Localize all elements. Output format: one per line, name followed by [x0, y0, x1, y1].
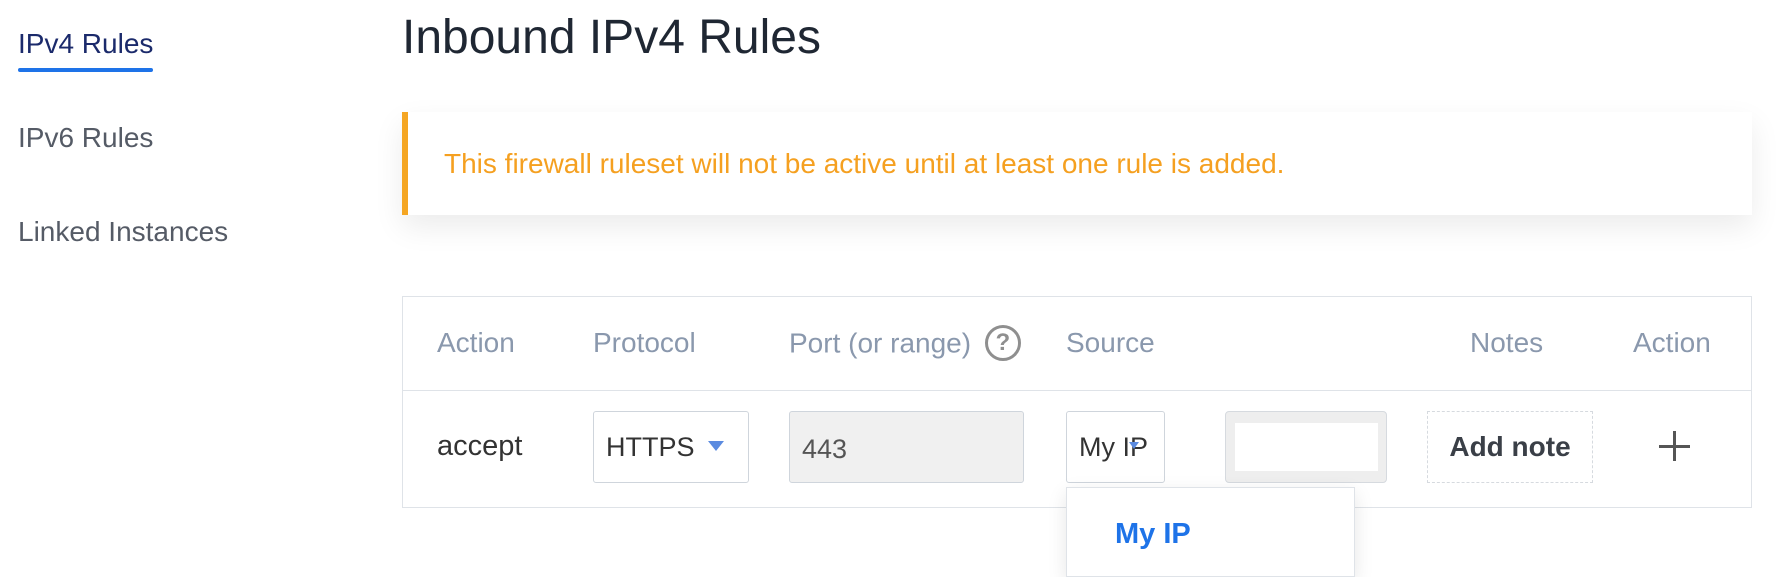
chevron-down-icon	[1129, 442, 1139, 449]
sidebar-item-linked-instances[interactable]: Linked Instances	[18, 216, 228, 248]
port-input[interactable]: 443	[789, 411, 1024, 483]
protocol-select-value: HTTPS	[606, 432, 695, 462]
warning-notice: This firewall ruleset will not be active…	[402, 112, 1752, 215]
header-port: Port (or range) ?	[789, 325, 1021, 363]
notice-text: This firewall ruleset will not be active…	[444, 148, 1285, 179]
plus-icon[interactable]	[1649, 421, 1699, 471]
chevron-down-icon	[708, 441, 724, 451]
sidebar-item-ipv6-rules[interactable]: IPv6 Rules	[18, 122, 153, 154]
header-action: Action	[437, 327, 515, 358]
add-note-button[interactable]: Add note	[1427, 411, 1593, 483]
source-ip-input[interactable]	[1225, 411, 1387, 483]
help-circle-icon[interactable]: ?	[984, 325, 1021, 361]
table-header: Action Protocol Port (or range) ? Source…	[403, 297, 1751, 391]
dropdown-option-my-ip[interactable]: My IP	[1115, 518, 1191, 551]
header-protocol: Protocol	[593, 327, 696, 358]
source-ip-input-inner	[1235, 423, 1378, 471]
rules-table: Action Protocol Port (or range) ? Source…	[402, 296, 1752, 508]
row-action-value: accept	[437, 430, 523, 462]
protocol-select[interactable]: HTTPS	[593, 411, 749, 483]
page-title: Inbound IPv4 Rules	[402, 11, 821, 64]
header-port-label: Port (or range)	[789, 327, 972, 359]
port-input-value: 443	[802, 434, 848, 464]
source-select[interactable]: My IP	[1066, 411, 1165, 483]
header-source: Source	[1066, 327, 1155, 358]
sidebar-item-ipv4-rules[interactable]: IPv4 Rules	[18, 28, 154, 72]
header-notes: Notes	[1470, 327, 1544, 358]
header-action-2: Action	[1633, 327, 1711, 358]
source-dropdown-menu: My IP	[1066, 487, 1355, 577]
